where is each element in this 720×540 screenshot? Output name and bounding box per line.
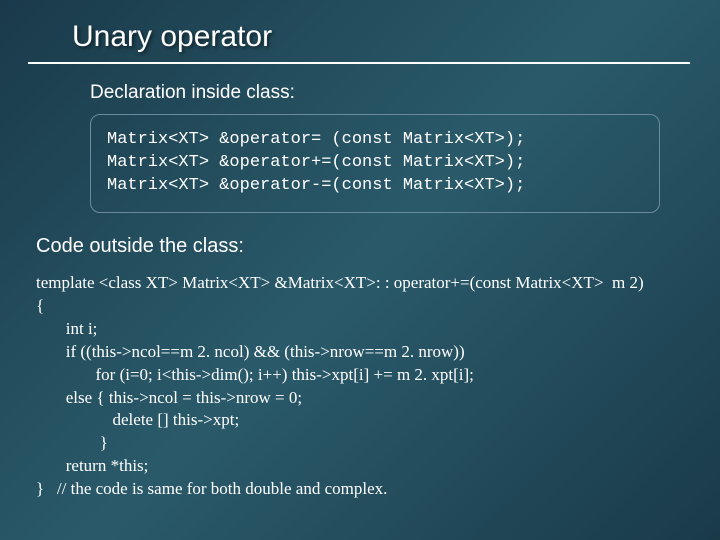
code-line: return *this; (36, 455, 720, 478)
declaration-line: Matrix<XT> &operator+=(const Matrix<XT>)… (107, 152, 643, 175)
outside-code-label: Code outside the class: (0, 235, 720, 258)
code-line: template <class XT> Matrix<XT> &Matrix<X… (36, 272, 720, 295)
code-line: else { this->ncol = this->nrow = 0; (36, 387, 720, 410)
slide: Unary operator Declaration inside class:… (0, 0, 720, 501)
code-line: for (i=0; i<this->dim(); i++) this->xpt[… (36, 364, 720, 387)
code-line: int i; (36, 318, 720, 341)
code-block: template <class XT> Matrix<XT> &Matrix<X… (0, 272, 720, 501)
code-line: { (36, 295, 720, 318)
code-line: delete [] this->xpt; (36, 409, 720, 432)
declaration-label: Declaration inside class: (0, 82, 720, 104)
code-line: } (36, 432, 720, 455)
declaration-line: Matrix<XT> &operator-=(const Matrix<XT>)… (107, 175, 643, 198)
code-line: if ((this->ncol==m 2. ncol) && (this->nr… (36, 341, 720, 364)
code-line: } // the code is same for both double an… (36, 478, 720, 501)
declaration-line: Matrix<XT> &operator= (const Matrix<XT>)… (107, 129, 643, 152)
title-underline (28, 62, 690, 64)
declaration-box: Matrix<XT> &operator= (const Matrix<XT>)… (90, 114, 660, 213)
slide-title: Unary operator (0, 20, 720, 54)
